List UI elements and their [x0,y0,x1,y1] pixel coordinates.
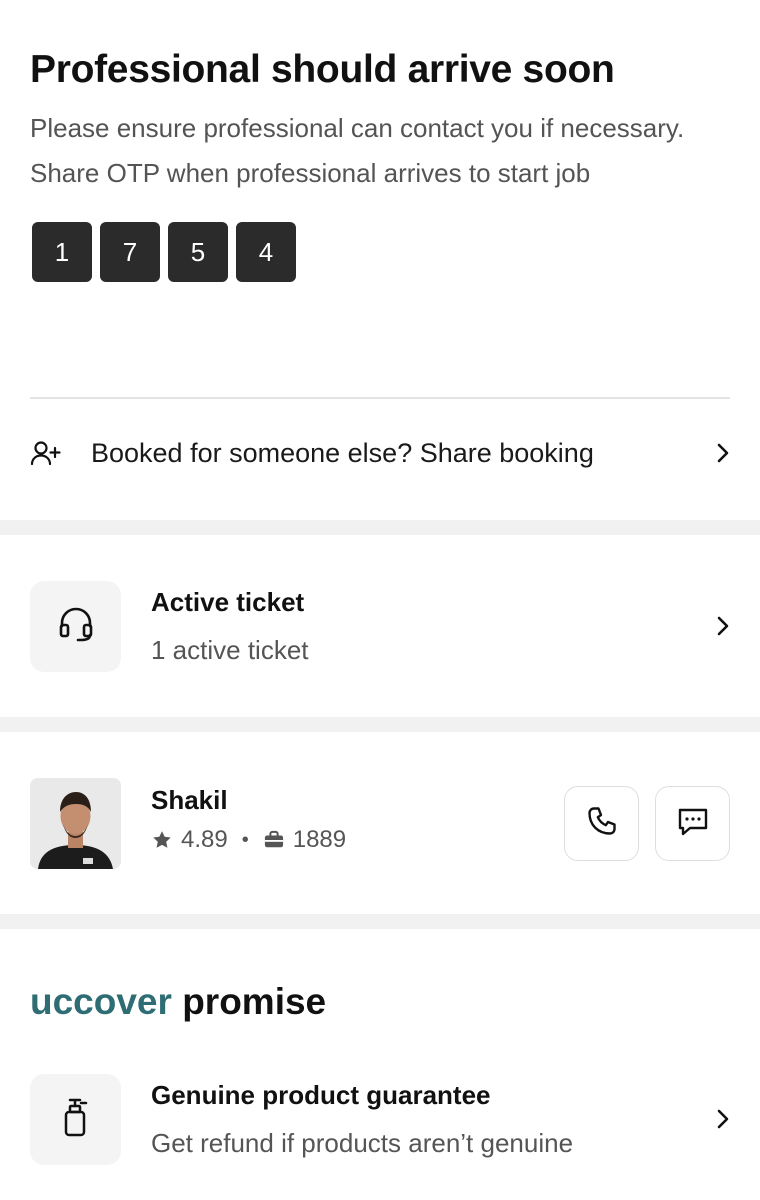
status-description: Please ensure professional can contact y… [30,113,685,188]
bottle-tile [30,1073,121,1165]
add-person-icon [30,437,62,469]
chevron-right-icon [706,441,730,465]
chat-icon [676,805,710,842]
active-ticket-title: Active ticket [151,587,305,617]
chevron-right-icon [706,614,730,638]
guarantee-title: Genuine product guarantee [151,1080,491,1110]
bottle-icon [61,1096,91,1143]
promise-heading: uccover promise [30,979,326,1025]
otp-digit: 4 [236,222,296,282]
professional-name: Shakil [151,785,228,815]
share-booking-label: Booked for someone else? Share booking [91,437,594,468]
call-button[interactable] [564,785,639,861]
section-separator [0,914,760,929]
otp-digit: 7 [100,222,160,282]
professional-jobs-count: 1889 [292,826,347,853]
star-icon [151,829,173,851]
avatar[interactable] [30,777,121,869]
promise-brand: uccover [30,981,172,1022]
divider [30,397,730,399]
active-ticket-subtitle: 1 active ticket [151,635,309,665]
active-ticket-row[interactable]: Active ticket 1 active ticket [30,580,730,672]
chat-button[interactable] [655,785,730,861]
professional-row: Shakil 4.89 • 1889 [30,777,730,869]
professional-meta: 4.89 • 1889 [151,826,548,854]
share-booking-row[interactable]: Booked for someone else? Share booking [30,422,730,484]
otp-digit: 1 [32,222,92,282]
meta-separator: • [241,828,249,851]
briefcase-icon [263,830,285,850]
status-title: Professional should arrive soon [30,48,615,91]
phone-icon [586,805,618,842]
guarantee-subtitle: Get refund if products aren’t genuine [151,1128,574,1158]
arrival-status-section: Professional should arrive soon Please e… [0,0,760,282]
professional-rating: 4.89 [181,826,228,853]
otp-code: 1 7 5 4 [32,222,730,282]
headset-icon [56,604,96,649]
section-separator [0,520,760,535]
section-separator [0,717,760,732]
chevron-right-icon [706,1107,730,1131]
otp-digit: 5 [168,222,228,282]
genuine-product-row[interactable]: Genuine product guarantee Get refund if … [30,1073,730,1165]
promise-heading-rest: promise [171,981,327,1022]
previous-section-edge [48,0,108,2]
headset-tile [30,580,121,672]
